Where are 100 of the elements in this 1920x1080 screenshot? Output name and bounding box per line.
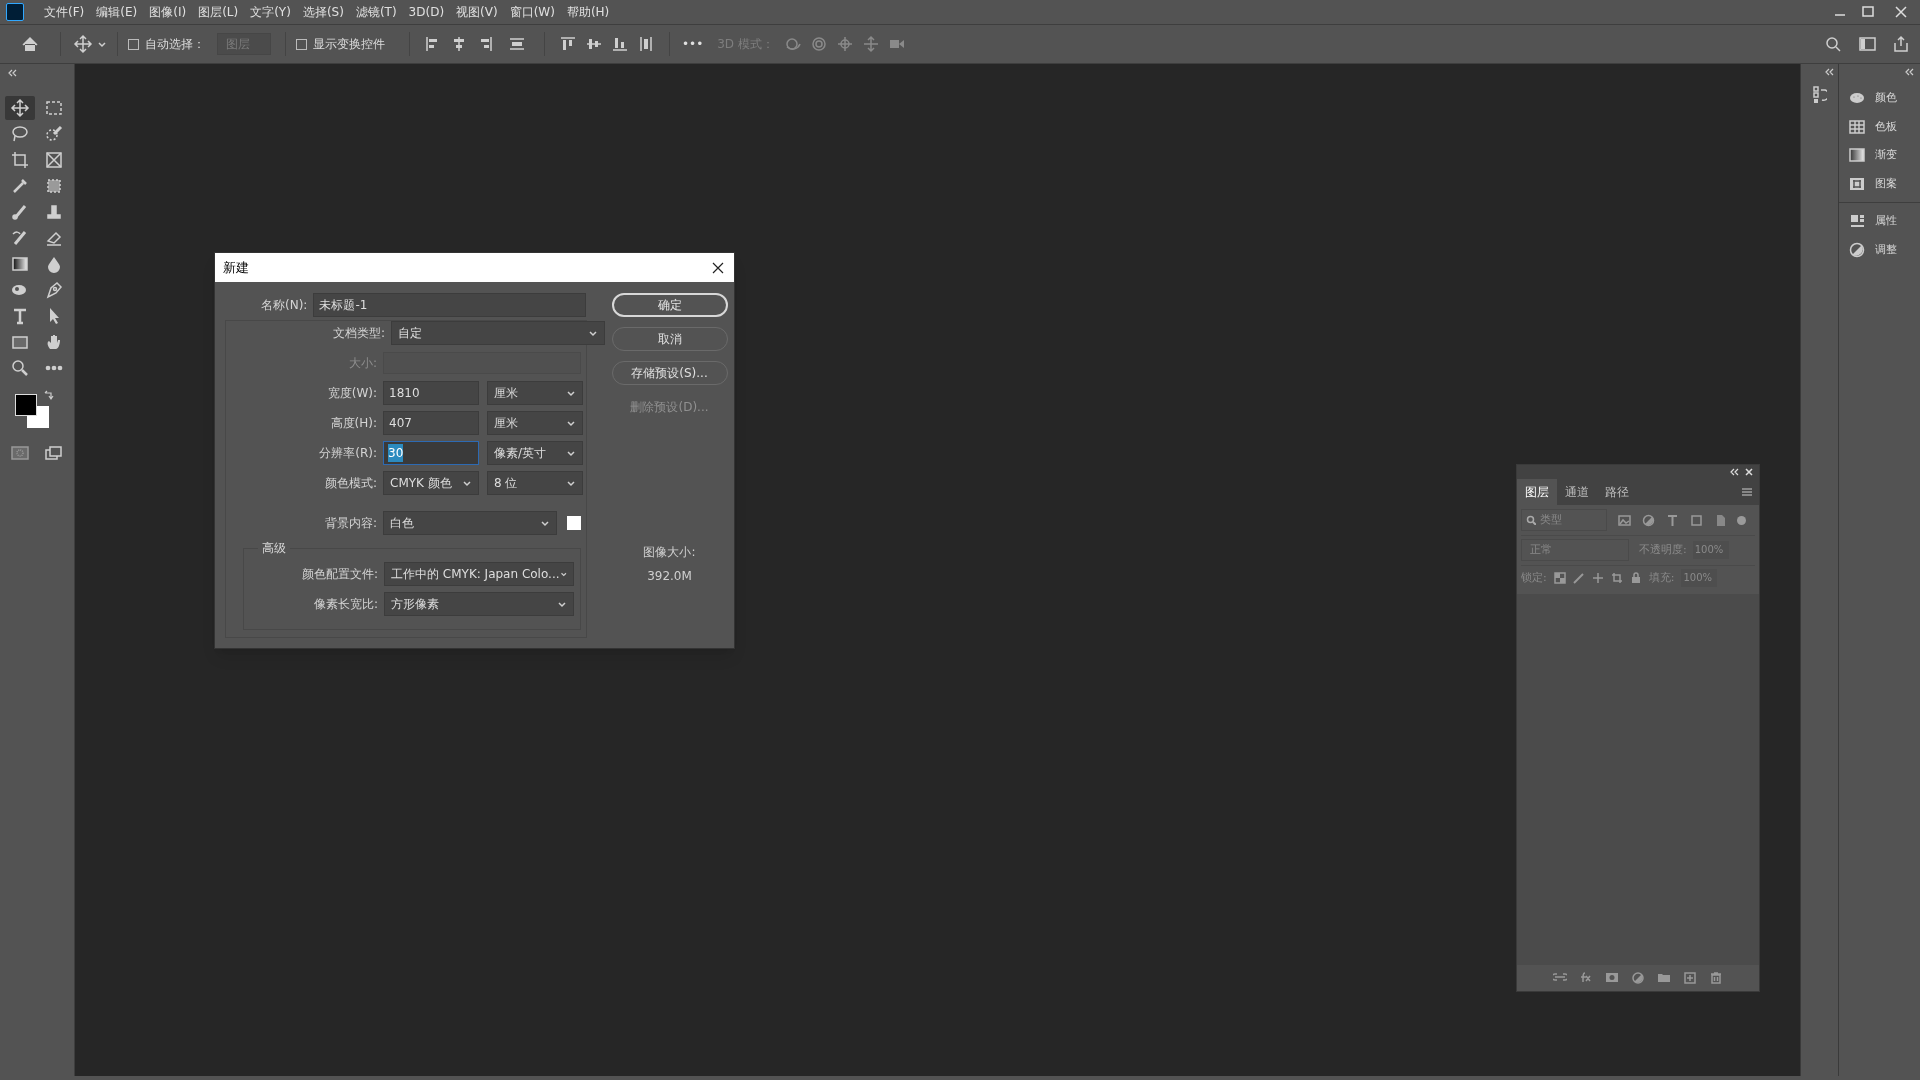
menu-item[interactable]: 滤镜(T) <box>349 1 403 23</box>
caret-icon <box>566 388 576 398</box>
field-label: 名称(N): <box>261 297 308 314</box>
menu-item[interactable]: 图像(I) <box>143 1 193 23</box>
input-field[interactable]: 未标题-1 <box>313 293 587 317</box>
pen-icon <box>44 280 64 300</box>
adjustment-icon[interactable] <box>1631 971 1645 985</box>
mask-icon[interactable] <box>1605 971 1619 985</box>
panel-button[interactable]: 属性 <box>1839 213 1920 230</box>
menu-item[interactable]: 视图(V) <box>450 1 504 23</box>
share-icon[interactable] <box>1892 35 1910 53</box>
caret-icon[interactable] <box>97 39 107 49</box>
trash-icon[interactable] <box>1709 971 1723 985</box>
caret-icon <box>588 328 598 338</box>
lock-icon[interactable] <box>1572 572 1585 584</box>
close-icon[interactable] <box>1745 468 1753 476</box>
input-field[interactable]: 30 <box>383 441 479 465</box>
field-label: 分辨率(R): <box>318 445 377 462</box>
checkbox-label: 显示变换控件 <box>313 36 385 53</box>
input-field[interactable]: 1810 <box>383 381 479 405</box>
zoom-icon <box>10 358 30 378</box>
menu-item[interactable]: 选择(S) <box>296 1 350 23</box>
fx-icon[interactable] <box>1579 971 1593 985</box>
menu-icon[interactable] <box>1741 487 1753 497</box>
ok-button[interactable]: 确定 <box>611 293 728 317</box>
dropdown[interactable]: 厘米 <box>487 411 583 435</box>
gradient-icon <box>10 254 30 274</box>
search-icon[interactable] <box>1824 35 1842 53</box>
dropdown[interactable]: 方形像素 <box>384 592 574 616</box>
collapse-icon[interactable] <box>1729 468 1739 476</box>
caret-icon <box>462 478 472 488</box>
dropdown[interactable]: CMYK 颜色 <box>383 471 479 495</box>
section-title: 高级 <box>258 539 290 557</box>
crop-icon <box>10 150 30 170</box>
image-size-label: 图像大小: <box>643 544 696 561</box>
collapse-icon[interactable] <box>6 68 18 78</box>
lock-icon[interactable] <box>1610 572 1623 584</box>
lock-icon[interactable] <box>1591 572 1604 584</box>
align-icon[interactable] <box>637 35 655 53</box>
dropdown[interactable]: 白色 <box>383 511 557 535</box>
caret-icon <box>557 599 567 609</box>
workspace-icon[interactable] <box>1858 35 1876 53</box>
home-icon[interactable] <box>20 35 40 53</box>
filter-icon[interactable] <box>1618 513 1631 527</box>
field-label: 高度(H): <box>329 415 377 432</box>
tool-button[interactable] <box>5 96 35 120</box>
dropdown[interactable]: 厘米 <box>487 381 583 405</box>
foreground-color-swatch[interactable] <box>15 394 37 416</box>
align-icon[interactable] <box>611 35 629 53</box>
adjust-icon <box>1849 241 1865 258</box>
checkbox[interactable] <box>296 38 307 50</box>
panel-button[interactable]: 色板 <box>1839 118 1920 135</box>
filter-icon[interactable] <box>1666 513 1679 527</box>
panel-button[interactable]: 颜色 <box>1839 90 1920 107</box>
app-logo-icon <box>6 3 24 21</box>
stamp-icon <box>44 202 64 222</box>
swap-icon[interactable] <box>43 390 54 401</box>
panel-button[interactable]: 图案 <box>1839 175 1920 192</box>
lock-icon[interactable] <box>1553 572 1566 584</box>
toggle-icon[interactable] <box>1737 515 1746 525</box>
field-label: 像素长宽比: <box>312 596 378 613</box>
background-color-swatch[interactable] <box>27 406 49 428</box>
menu-item[interactable]: 文件(F) <box>38 1 91 23</box>
field-label: 宽度(W): <box>326 385 377 402</box>
align-icon[interactable] <box>559 35 577 53</box>
distribute-icon[interactable] <box>508 35 526 53</box>
properties-icon <box>1849 213 1865 230</box>
lock-icon[interactable] <box>1629 572 1642 584</box>
caret-icon <box>566 418 576 428</box>
dropdown[interactable]: 工作中的 CMYK: Japan Colo... <box>384 562 574 586</box>
collapse-icon[interactable] <box>1904 68 1914 76</box>
collapse-icon[interactable] <box>1824 68 1834 76</box>
folder-icon[interactable] <box>1657 971 1671 985</box>
history-icon[interactable] <box>1812 86 1827 104</box>
panel-button[interactable]: 调整 <box>1839 241 1920 258</box>
dropdown[interactable]: 8 位 <box>487 471 583 495</box>
menu-item[interactable]: 编辑(E) <box>90 1 144 23</box>
color-swatch[interactable] <box>567 516 581 530</box>
menu-item[interactable]: 图层(L) <box>192 1 245 23</box>
more-button[interactable]: ••• <box>682 35 704 53</box>
panel-button[interactable]: 渐变 <box>1839 147 1920 164</box>
gradient-icon <box>1849 147 1865 164</box>
menu-item[interactable]: 3D(D) <box>402 1 451 23</box>
field-label: 文档类型: <box>333 325 386 342</box>
panel-tab[interactable]: 路径 <box>1597 479 1637 505</box>
dropdown[interactable]: 自定 <box>391 321 605 345</box>
move-tool-icon[interactable] <box>73 34 93 54</box>
input-field[interactable]: 407 <box>383 411 479 435</box>
filter-icon[interactable] <box>1642 513 1655 527</box>
panel-tab[interactable]: 通道 <box>1557 479 1597 505</box>
caret-icon <box>540 518 550 528</box>
panel-tab[interactable]: 图层 <box>1517 479 1557 505</box>
checkbox[interactable] <box>128 38 139 50</box>
new-layer-icon[interactable] <box>1683 971 1697 985</box>
menu-item[interactable]: 窗口(W) <box>503 1 561 23</box>
dropdown[interactable]: 像素/英寸 <box>487 441 583 465</box>
screen-mode-icon[interactable] <box>44 444 64 462</box>
menu-item[interactable]: 文字(Y) <box>244 1 297 23</box>
marquee-icon <box>44 98 64 118</box>
menu-item[interactable]: 帮助(H) <box>560 1 616 23</box>
